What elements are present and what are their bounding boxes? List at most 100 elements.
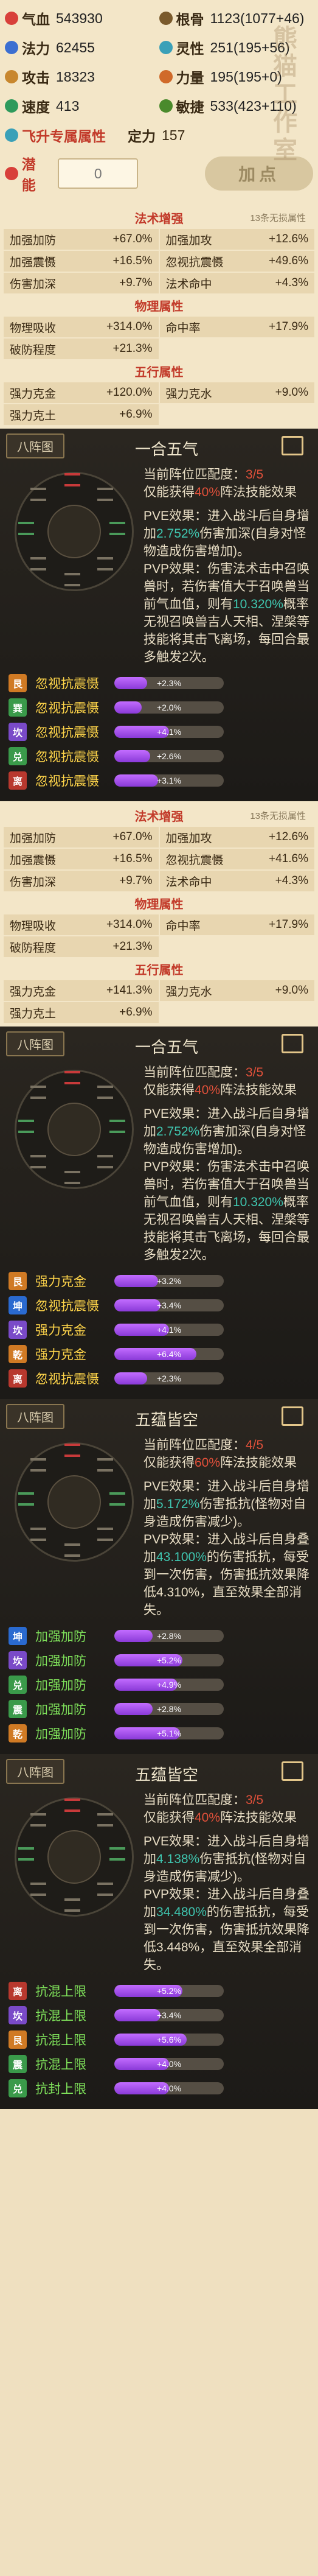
formation-row: 乾 强力克金 +6.4% [6,1342,312,1366]
formation-attr-bar-value: +4.1% [156,727,182,737]
stat-value: 533(423+110) [210,97,297,114]
section-title: 五行属性 [134,365,184,379]
trigram-badge: 艮 [9,674,27,692]
attr-value: +4.3% [275,874,308,887]
formation-row: 艮 抗混上限 +5.6% [6,2027,312,2052]
share-icon[interactable] [282,1406,303,1426]
attr-grid: 强力克金 +141.3% 强力克水 +9.0% 强力克土 +6.9% [4,980,314,1023]
attr-cell: 伤害加深 +9.7% [4,273,159,293]
attr-value: +6.9% [119,408,153,421]
formation-attr-bar-value: +6.4% [156,1349,182,1359]
trigram-icon [97,488,113,501]
formation-attr-bar: +4.1% [114,1324,224,1336]
formation-attr-bar: +4.0% [114,2058,224,2070]
formation-row: 坤 加强加防 +2.8% [6,1624,312,1648]
desc-text: 仅能获得 [143,1456,195,1470]
lingxing-icon [159,41,173,54]
stat-attack: 攻击 18323 [5,66,159,87]
attr-name: 强力克水 [165,985,212,998]
stat-label: 敏捷 [176,99,204,115]
attr-cell: 法术命中 +4.3% [159,871,314,891]
formation-attr-name: 抗混上限 [35,1985,86,1999]
attr-value: +9.7% [119,276,153,289]
pve-value: 2.752% [156,1125,200,1139]
attr-name: 忽视抗震慑 [165,854,224,867]
attr-name: 忽视抗震慑 [165,256,224,269]
gain-value: 40% [195,1083,221,1097]
attr-name: 命中率 [165,919,201,933]
trigram-icon [64,1444,80,1457]
attr-name: 加强震慑 [10,854,57,867]
stat-value: 18323 [56,68,95,85]
attr-value: +314.0% [106,918,153,931]
trigram-badge: 艮 [9,1272,27,1290]
stat-strength: 力量 195(195+0) [159,66,314,87]
formation-tab[interactable]: 八阵图 [6,1404,64,1429]
attr-cell: 强力克金 +120.0% [4,382,159,403]
attr-grid: 加强加防 +67.0% 加强加攻 +12.6% 加强震慑 +16.5% 忽视抗震慑 +4… [4,229,314,293]
formation-attr-name: 抗混上限 [35,2009,86,2023]
attr-value: +120.0% [106,386,153,399]
attr-value: +17.9% [269,918,308,931]
attr-name: 物理吸收 [10,919,57,933]
pve-value: 4.138% [156,1852,200,1866]
formation-attr-name: 抗混上限 [35,2034,86,2048]
attr-value: +16.5% [112,254,153,267]
trigram-icon [18,1847,34,1861]
attr-cell: 强力克水 +9.0% [159,382,314,403]
trigram-icon [97,1528,113,1541]
pvp-value: 10.320% [233,597,283,611]
hp-icon [5,12,18,25]
stat-hp: 气血 543930 [5,8,159,29]
trigram-icon [30,488,46,501]
formation-attr-bar-value: +2.6% [156,751,182,761]
attr-value: +49.6% [269,254,308,267]
attr-cell: 加强震慑 +16.5% [4,251,159,272]
section-title: 物理属性 [134,300,184,314]
formation-wheel [6,1791,141,1940]
share-icon[interactable] [282,1761,303,1781]
share-icon[interactable] [282,436,303,455]
formation-body: 当前阵位匹配度：4/5 仅能获得60%阵法技能效果 PVE效果：进入战斗后自身增… [6,1436,312,1619]
formation-attr-bar-value: +3.4% [156,2010,182,2020]
trigram-icon [97,1883,113,1896]
stat-label: 速度 [22,99,50,115]
stats-panel: 气血 543930 根骨 1123(1077+46) 法力 62455 灵性 251(1… [0,0,318,203]
formation-attr-bar: +4.1% [114,726,224,738]
formation-row: 艮 忽视抗震慑 +2.3% [6,671,312,695]
trigram-icon [64,573,80,586]
section-title: 五行属性 [134,963,184,977]
add-point-button[interactable]: 加点 [205,156,313,191]
attr-name: 强力克土 [10,409,57,423]
stat-label: 根骨 [176,12,204,27]
trigram-badge: 坤 [9,1627,27,1645]
formation-attr-name: 加强加防 [35,1679,86,1693]
stat-row: 速度 413 敏捷 533(423+110) [5,91,313,121]
attr-value: +9.7% [119,874,153,887]
formation-attr-name: 忽视抗震慑 [35,701,99,715]
formation-panel: 八阵图 五蕴皆空 当前阵位匹配度：4/5 仅能获得60%阵法技能效果 PVE效果… [0,1399,318,1754]
formation-tab[interactable]: 八阵图 [6,433,64,458]
attr-name: 加强加防 [10,832,57,845]
attr-value: +16.5% [112,852,153,865]
pve-value: 2.752% [156,527,200,541]
formation-attr-name: 强力克金 [35,1324,86,1338]
trigram-icon [97,1086,113,1099]
formation-panel: 八阵图 一合五气 当前阵位匹配度：3/5 仅能获得40%阵法技能效果 PVE效果… [0,1027,318,1399]
trigram-badge: 坎 [9,1321,27,1339]
formation-attr-name: 强力克金 [35,1275,86,1289]
share-icon[interactable] [282,1034,303,1053]
attr-name: 命中率 [165,321,201,335]
formation-tab[interactable]: 八阵图 [6,1031,64,1056]
formation-attr-bar: +5.6% [114,2034,224,2046]
formation-attr-bar: +3.1% [114,774,224,787]
section-note: 13条无损属性 [250,810,306,821]
formation-tab[interactable]: 八阵图 [6,1759,64,1784]
match-value: 4/5 [246,1438,264,1452]
stat-lingxing: 灵性 251(195+56) [159,37,314,58]
feisheng-label: 飞升专属属性 [22,128,106,144]
stat-value: 413 [56,97,80,114]
trigram-icon [18,1492,34,1506]
formation-row: 坎 忽视抗震慑 +4.1% [6,720,312,744]
attr-value: +12.6% [269,233,308,245]
